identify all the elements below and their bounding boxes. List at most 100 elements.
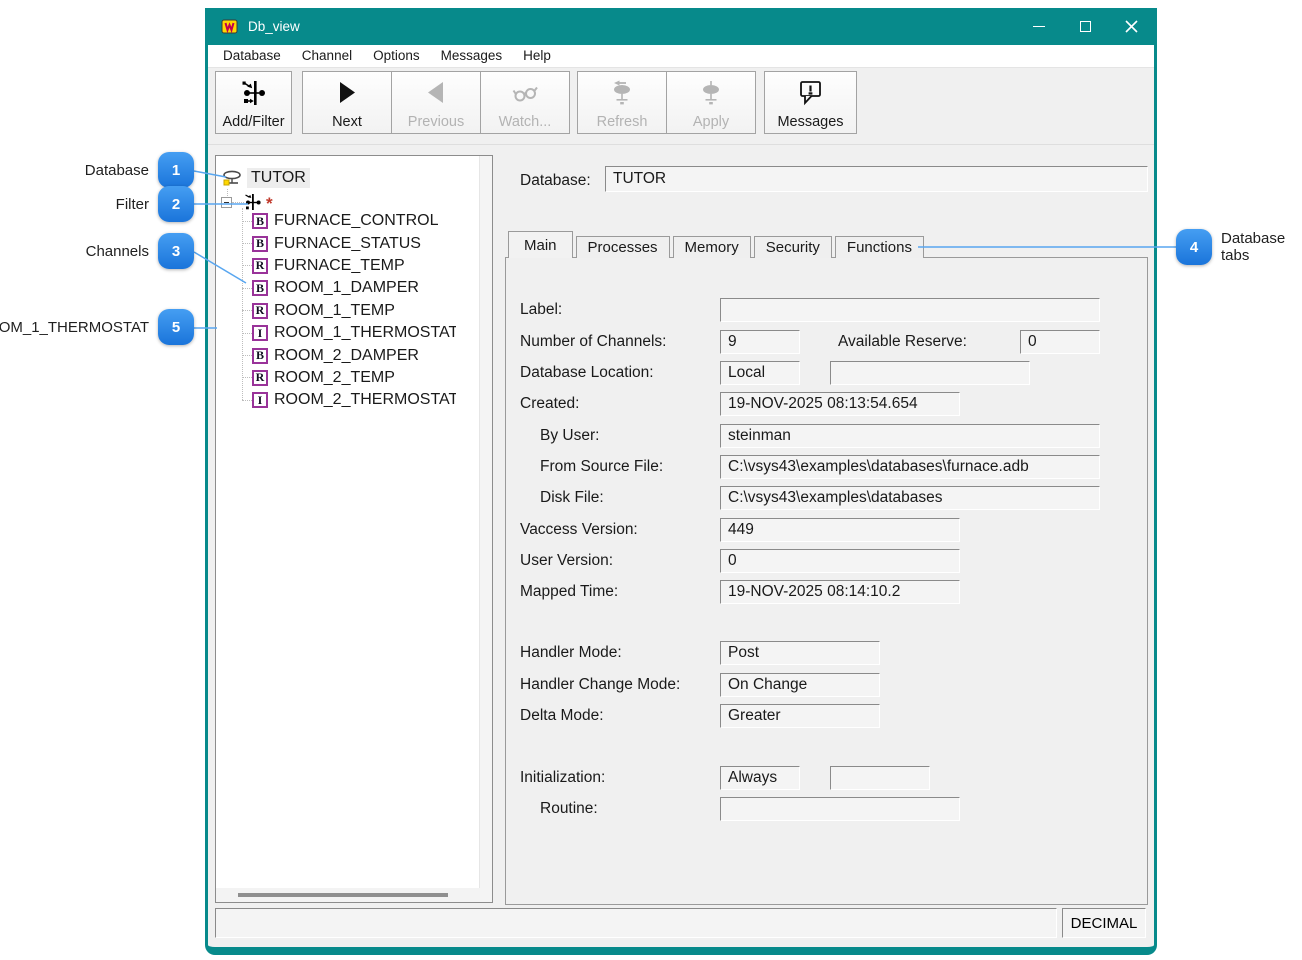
- tree-channel-row[interactable]: I ROOM_1_THERMOSTAT: [216, 322, 492, 344]
- tree-channel-row[interactable]: R FURNACE_TEMP: [216, 255, 492, 277]
- previous-label: Previous: [408, 114, 464, 130]
- field-label: User Version:: [520, 552, 613, 570]
- tree-database-node[interactable]: TUTOR: [222, 168, 310, 188]
- database-name-field[interactable]: TUTOR: [605, 166, 1148, 192]
- field-label: Mapped Time:: [520, 583, 618, 601]
- menu-database[interactable]: Database: [214, 46, 293, 66]
- tab-processes[interactable]: Processes: [576, 236, 670, 258]
- menu-help[interactable]: Help: [514, 46, 563, 66]
- channel-name: ROOM_2_DAMPER: [274, 347, 419, 365]
- tree-channel-row[interactable]: R ROOM_1_TEMP: [216, 300, 492, 322]
- number-mode-indicator: DECIMAL: [1062, 908, 1146, 938]
- handler-change-mode-field[interactable]: On Change: [720, 673, 880, 697]
- callout-label: Database tabs: [1221, 230, 1302, 264]
- form-row-mapped-time: Mapped Time: 19-NOV-2025 08:14:10.2: [520, 580, 1148, 604]
- user-version-field[interactable]: 0: [720, 549, 960, 573]
- tab-security[interactable]: Security: [754, 236, 832, 258]
- apply-button[interactable]: Apply: [666, 71, 756, 134]
- watch-label: Watch...: [499, 114, 552, 130]
- db-location-field[interactable]: Local: [720, 361, 800, 385]
- tree-channel-row[interactable]: I ROOM_2_THERMOSTAT: [216, 389, 492, 411]
- refresh-button[interactable]: Refresh: [577, 71, 667, 134]
- created-field[interactable]: 19-NOV-2025 08:13:54.654: [720, 392, 960, 416]
- channel-name: ROOM_2_TEMP: [274, 369, 395, 387]
- field-label: Handler Change Mode:: [520, 676, 680, 694]
- tree-database-name[interactable]: TUTOR: [247, 168, 310, 188]
- next-button[interactable]: Next: [302, 71, 392, 134]
- form-row-created: Created: 19-NOV-2025 08:13:54.654: [520, 392, 1148, 416]
- channel-list: B FURNACE_CONTROL B FURNACE_STATUS R FUR…: [216, 210, 492, 412]
- field-label: By User:: [540, 427, 599, 445]
- menu-channel[interactable]: Channel: [293, 46, 364, 66]
- app-window: Db_view Database Channel Options Message…: [205, 8, 1157, 955]
- tree-channel-row[interactable]: B FURNACE_STATUS: [216, 232, 492, 254]
- add-filter-icon: [241, 72, 267, 114]
- callout-badge-2: 2: [158, 186, 194, 222]
- form-row-delta-mode: Delta Mode: Greater: [520, 704, 1148, 728]
- field-label: Label:: [520, 301, 562, 319]
- tree-horizontal-scrollbar[interactable]: [216, 888, 480, 902]
- add-filter-button[interactable]: Add/Filter: [215, 71, 292, 134]
- field-label: Initialization:: [520, 769, 605, 787]
- tab-memory[interactable]: Memory: [673, 236, 751, 258]
- form-row-by-user: By User: steinman: [520, 424, 1148, 448]
- menu-messages[interactable]: Messages: [432, 46, 515, 66]
- from-source-file-field[interactable]: C:\vsys43\examples\databases\furnace.adb: [720, 455, 1100, 479]
- database-icon: [222, 170, 242, 187]
- channel-type-icon: I: [252, 325, 268, 341]
- available-reserve-field[interactable]: 0: [1020, 330, 1100, 354]
- field-label: From Source File:: [540, 458, 663, 476]
- mapped-time-field[interactable]: 19-NOV-2025 08:14:10.2: [720, 580, 960, 604]
- form-row-user-version: User Version: 0: [520, 549, 1148, 573]
- field-label: Disk File:: [540, 489, 604, 507]
- tree-channel-row[interactable]: B FURNACE_CONTROL: [216, 210, 492, 232]
- field-label: Vaccess Version:: [520, 521, 638, 539]
- label-field[interactable]: [720, 298, 1100, 322]
- tree-channel-row[interactable]: R ROOM_2_TEMP: [216, 367, 492, 389]
- maximize-button[interactable]: [1062, 8, 1108, 45]
- form-row-db-location: Database Location: Local: [520, 361, 1148, 385]
- tree-collapse-toggle[interactable]: [221, 197, 232, 208]
- tree-vertical-scrollbar[interactable]: [479, 156, 492, 902]
- watch-button[interactable]: Watch...: [480, 71, 570, 134]
- initialization-extra-field[interactable]: [830, 766, 930, 790]
- num-channels-field[interactable]: 9: [720, 330, 800, 354]
- scrollbar-thumb[interactable]: [238, 893, 448, 897]
- form-row-num-channels: Number of Channels: 9 Available Reserve:…: [520, 330, 1148, 354]
- callout-label: Database: [85, 162, 149, 179]
- menu-options[interactable]: Options: [364, 46, 432, 66]
- channel-type-icon: I: [252, 392, 268, 408]
- disk-file-field[interactable]: C:\vsys43\examples\databases: [720, 486, 1100, 510]
- form-row-handler-mode: Handler Mode: Post: [520, 641, 1148, 665]
- database-field-label: Database:: [520, 172, 591, 190]
- field-label: Delta Mode:: [520, 707, 604, 725]
- channel-name: ROOM_1_THERMOSTAT: [274, 324, 456, 342]
- close-button[interactable]: [1108, 8, 1154, 45]
- initialization-field[interactable]: Always: [720, 766, 800, 790]
- minimize-button[interactable]: [1016, 8, 1062, 45]
- messages-button[interactable]: Messages: [764, 71, 857, 134]
- previous-button[interactable]: Previous: [391, 71, 481, 134]
- callout-channels: Channels 3: [86, 233, 194, 269]
- form-row-handler-change-mode: Handler Change Mode: On Change: [520, 673, 1148, 697]
- tab-main[interactable]: Main: [508, 231, 573, 258]
- messages-label: Messages: [777, 114, 843, 130]
- channel-tree-panel: TUTOR * B FURNACE_CONTROL B: [215, 155, 493, 903]
- by-user-field[interactable]: steinman: [720, 424, 1100, 448]
- routine-field[interactable]: [720, 797, 960, 821]
- title-bar[interactable]: Db_view: [208, 8, 1154, 45]
- handler-mode-field[interactable]: Post: [720, 641, 880, 665]
- minimize-icon: [1033, 26, 1045, 28]
- delta-mode-field[interactable]: Greater: [720, 704, 880, 728]
- tab-functions[interactable]: Functions: [835, 236, 924, 258]
- field-label: Database Location:: [520, 364, 654, 382]
- tree-channel-row[interactable]: B ROOM_1_DAMPER: [216, 277, 492, 299]
- refresh-label: Refresh: [597, 114, 648, 130]
- callout-badge-1: 1: [158, 152, 194, 188]
- close-icon: [1125, 20, 1138, 33]
- vaccess-version-field[interactable]: 449: [720, 518, 960, 542]
- form-row-from-source: From Source File: C:\vsys43\examples\dat…: [520, 455, 1148, 479]
- tree-channel-row[interactable]: B ROOM_2_DAMPER: [216, 344, 492, 366]
- channel-type-icon: B: [252, 280, 268, 296]
- db-location-host-field[interactable]: [830, 361, 1030, 385]
